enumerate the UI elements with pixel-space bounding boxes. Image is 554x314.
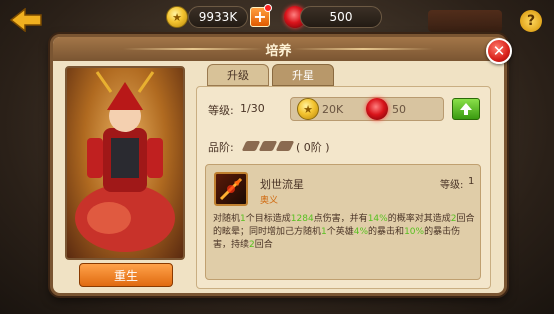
gold-coin-icon: ★	[166, 6, 190, 28]
gold-amount: 9933K	[188, 6, 248, 28]
top-menu-button[interactable]	[428, 10, 502, 32]
level-value: 1/30	[240, 102, 265, 115]
desc-text: 的概率对其造成	[387, 214, 451, 224]
arrow-up-icon	[460, 103, 472, 115]
back-arrow-icon	[9, 8, 42, 32]
desc-text: 对随机	[213, 214, 241, 224]
gem-amount: 500	[300, 6, 382, 28]
rebirth-button[interactable]: 重生	[79, 263, 173, 287]
desc-text: 个英雄	[326, 227, 354, 237]
skill-name: 划世流星	[260, 178, 304, 191]
hero-portrait	[65, 66, 185, 260]
desc-number: 4%	[353, 227, 369, 237]
skill-icon[interactable]	[214, 172, 248, 206]
tab-upgrade[interactable]: 升级	[207, 64, 269, 86]
cost-gold-icon: ★	[297, 98, 319, 120]
desc-text: 点伤害，并有	[313, 214, 368, 224]
dialog-title: 培养	[265, 43, 292, 59]
cost-gem-value: 50	[392, 103, 406, 116]
cost-gold-value: 20K	[322, 103, 344, 116]
back-button[interactable]	[8, 6, 44, 34]
desc-text: 个目标造成	[245, 214, 291, 224]
notification-dot	[264, 4, 272, 12]
upgrade-button[interactable]	[452, 98, 480, 120]
desc-number: 10%	[404, 227, 425, 237]
desc-text: 回合	[254, 240, 273, 250]
desc-number: 14%	[367, 214, 388, 224]
close-button[interactable]: ✕	[486, 38, 512, 64]
desc-number: 1284	[290, 214, 314, 224]
skill-level-label: 等级:	[440, 180, 464, 191]
header-ornament-left	[123, 48, 263, 50]
skill-description: 对随机1个目标造成1284点伤害，并有14%的概率对其造成2回合的眩晕；同时增加…	[213, 213, 475, 252]
cost-gem-icon	[366, 98, 388, 120]
dialog-header: 培养	[53, 37, 504, 61]
tab-star-up[interactable]: 升星	[272, 64, 334, 86]
skill-level-value: 1	[468, 176, 475, 187]
rank-label: 品阶:	[208, 141, 234, 154]
spear-icon	[219, 177, 243, 201]
level-label: 等级:	[208, 104, 234, 117]
skill-type: 奥义	[260, 196, 279, 206]
rank-value: ( 0阶 )	[296, 141, 330, 154]
header-ornament-right	[293, 48, 433, 50]
help-button[interactable]: ?	[520, 10, 542, 32]
desc-text: 的暴击和	[368, 227, 405, 237]
hero-figure-icon	[75, 71, 175, 252]
